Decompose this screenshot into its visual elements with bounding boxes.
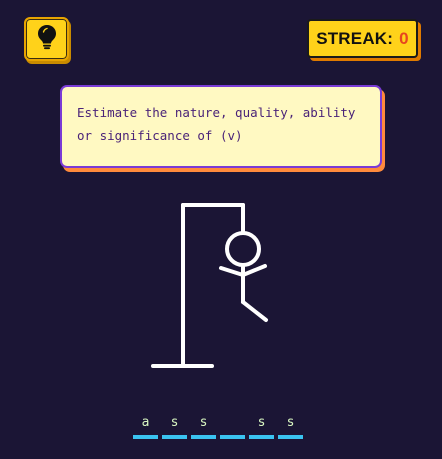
hangman-left-arm xyxy=(219,266,245,277)
letter-slot: a xyxy=(133,414,158,439)
slot-letter: s xyxy=(286,415,295,430)
slot-underline xyxy=(191,435,216,439)
hangman-drawing xyxy=(151,203,268,368)
slot-underline xyxy=(133,435,158,439)
hangman-right-leg xyxy=(241,300,268,322)
slot-letter: s xyxy=(170,415,179,430)
slot-underline xyxy=(249,435,274,439)
slot-letter: a xyxy=(141,415,150,430)
slot-letter: s xyxy=(199,415,208,430)
letter-slot: s xyxy=(249,414,274,439)
word-slots: assss xyxy=(133,414,303,439)
slot-letter: s xyxy=(257,415,266,430)
hangman-right-arm xyxy=(241,264,267,277)
slot-underline xyxy=(220,435,245,439)
letter-slot: s xyxy=(162,414,187,439)
letter-slot: s xyxy=(191,414,216,439)
slot-underline xyxy=(278,435,303,439)
letter-slot xyxy=(220,414,245,439)
slot-underline xyxy=(162,435,187,439)
letter-slot: s xyxy=(278,414,303,439)
hangman-head xyxy=(225,231,261,267)
